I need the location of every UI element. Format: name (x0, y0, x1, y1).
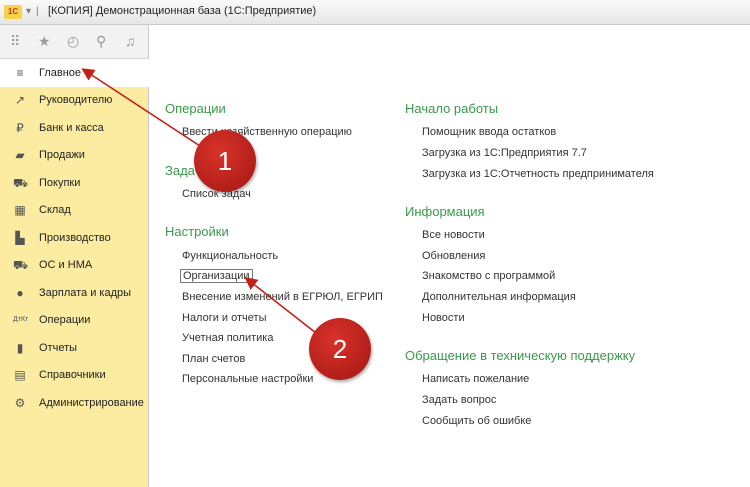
annotation-arrows (81, 68, 317, 334)
arrow-1 (81, 68, 201, 147)
annotation-marker-1: 1 (194, 130, 256, 192)
arrow-2 (244, 277, 317, 334)
annotation-marker-2: 2 (309, 318, 371, 380)
